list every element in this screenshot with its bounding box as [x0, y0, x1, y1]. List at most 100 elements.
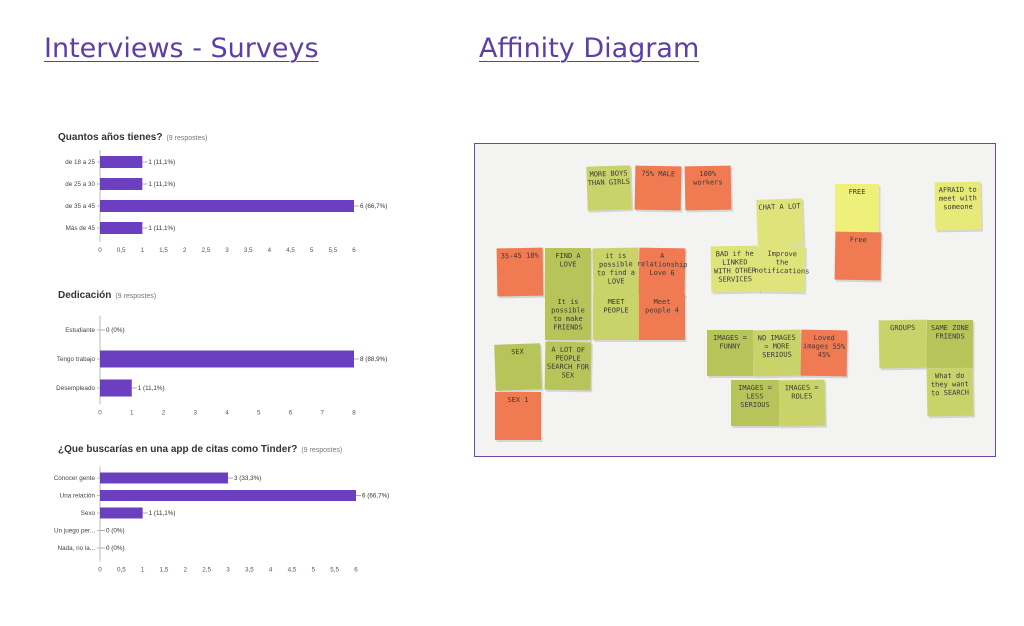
sticky-note: IMAGES = FUNNY: [707, 330, 755, 378]
sticky-note: MEET PEOPLE: [593, 294, 641, 342]
sticky-note: AFRAID tomeet withsomeone: [934, 181, 983, 233]
bar: [100, 379, 132, 397]
x-tick-label: 8: [352, 410, 356, 417]
x-tick-label: 7: [320, 410, 324, 417]
x-tick-label: 3: [193, 410, 197, 417]
x-tick-label: 4: [268, 247, 272, 254]
category-label: Sexo: [81, 510, 96, 517]
x-tick-label: 4,5: [288, 567, 297, 574]
sticky-note: MORE BOYSTHAN GIRLS: [586, 165, 634, 213]
sticky-note: SAME ZONE FRIENDS: [927, 320, 975, 370]
sticky-note-text: BAD if heLINKEDWITH OTHERSERVICES: [714, 250, 758, 284]
category-label: Conocer gente: [54, 475, 96, 482]
chart-subtitle: (9 respostes): [301, 447, 342, 454]
bar: [100, 350, 354, 368]
sticky-note: BAD if heLINKEDWITH OTHERSERVICES: [710, 245, 761, 295]
sticky-note: CHAT A LOT: [756, 198, 806, 248]
x-tick-label: 5: [310, 247, 314, 254]
x-tick-label: 5,5: [328, 247, 337, 254]
sticky-note: What dothey wantto SEARCH: [926, 367, 975, 419]
data-label: 1 (11,1%): [148, 225, 175, 232]
sticky-note: IMAGES = LESS SERIOUS: [731, 380, 781, 428]
sticky-note-text: 35-45 18%: [501, 252, 540, 261]
sticky-note: NO IMAGES= MORESERIOUS: [752, 329, 803, 379]
dating-app-bar-chart: ¿Que buscarías en una app de citas como …: [50, 440, 390, 574]
chart-svg: ¿Que buscarías en una app de citas como …: [54, 444, 390, 574]
bar: [100, 178, 143, 190]
bar: [100, 490, 356, 501]
x-tick-label: 2: [184, 567, 188, 574]
category-label: Desempleado: [56, 385, 95, 392]
data-label: 0 (0%): [106, 528, 125, 535]
x-tick-label: 0,5: [117, 567, 126, 574]
affinity-diagram-link[interactable]: Affinity Diagram: [479, 33, 699, 64]
category-label: Nada, no la...: [58, 545, 96, 552]
data-label: 8 (88,9%): [360, 356, 387, 363]
category-label: Más de 45: [66, 225, 96, 232]
sticky-note: 75% MALE: [634, 165, 683, 213]
chart-subtitle: (9 respostes): [115, 293, 156, 300]
bar: [100, 156, 143, 168]
x-tick-label: 5: [257, 410, 261, 417]
category-label: de 18 a 25: [65, 159, 95, 166]
bar: [100, 200, 354, 212]
category-label: de 25 a 30: [65, 181, 95, 188]
sticky-note: It is possible to make FRIENDS: [545, 294, 593, 342]
interviews-surveys-link[interactable]: Interviews - Surveys: [44, 33, 319, 64]
data-label: 0 (0%): [106, 327, 125, 334]
sticky-note: SEX: [494, 343, 544, 393]
x-tick-label: 1: [141, 567, 145, 574]
x-tick-label: 4: [269, 567, 273, 574]
x-tick-label: 1: [130, 410, 134, 417]
sticky-note-text: 75% MALE: [641, 170, 675, 179]
sticky-note: Free: [834, 231, 883, 283]
data-label: 6 (66,7%): [360, 203, 387, 210]
x-tick-label: 5,5: [330, 567, 339, 574]
chart-title: ¿Que buscarías en una app de citas como …: [58, 444, 297, 455]
x-tick-label: 0: [98, 247, 102, 254]
data-label: 1 (11,1%): [149, 510, 176, 517]
sticky-note: Lovedimages 55%45%: [800, 329, 849, 379]
data-label: 1 (11,1%): [148, 159, 175, 166]
bar: [100, 472, 228, 484]
sticky-note: SEX 1: [495, 392, 543, 442]
x-tick-label: 2,5: [202, 567, 211, 574]
sticky-note: it ispossibleto find aLOVE: [592, 247, 641, 299]
occupation-bar-chart: Dedicación (9 respostes) 0 1 2 3 4 5 6 7 8 Estudian…: [50, 286, 387, 417]
x-tick-label: 1: [141, 247, 145, 254]
sticky-note: Meet people 4: [639, 294, 687, 342]
x-tick-label: 2: [183, 247, 187, 254]
x-tick-label: 3: [226, 567, 230, 574]
sticky-note-text: FREE: [849, 188, 866, 196]
x-tick-label: 0,5: [117, 247, 126, 254]
sticky-note: ArelationshipLove 6: [637, 247, 687, 299]
sticky-note-text: GROUPS: [890, 324, 915, 332]
category-label: Estudiante: [65, 327, 95, 334]
sticky-note: GROUPS: [878, 319, 929, 371]
chart-subtitle: (9 respostes): [166, 135, 207, 142]
chart-title: Quantos años tienes?: [58, 132, 162, 143]
sticky-note: 100%workers: [684, 165, 733, 213]
data-label: 6 (66,7%): [362, 493, 389, 500]
sticky-note: 35-45 18%: [496, 247, 545, 299]
x-tick-label: 6: [289, 410, 293, 417]
sticky-note-text: AFRAID tomeet withsomeone: [939, 186, 977, 212]
sticky-note: FIND A LOVE: [545, 248, 593, 296]
sticky-note: A LOT OFPEOPLESEARCH FORSEX: [544, 341, 593, 393]
sticky-note-text: Free: [850, 236, 867, 244]
x-tick-label: 3: [225, 247, 229, 254]
data-label: 1 (11,1%): [138, 385, 165, 392]
category-label: Una relación: [60, 493, 96, 500]
sticky-note-text: What dothey wantto SEARCH: [931, 372, 969, 398]
x-tick-label: 4,5: [286, 247, 295, 254]
x-tick-label: 1,5: [160, 567, 169, 574]
x-tick-label: 3,5: [244, 247, 253, 254]
x-tick-label: 2: [162, 410, 166, 417]
data-label: 1 (11,1%): [148, 181, 175, 188]
x-tick-label: 2,5: [201, 247, 210, 254]
category-label: Un juego per...: [54, 528, 95, 535]
sticky-note-text: CHAT A LOT: [758, 202, 801, 211]
x-tick-label: 0: [98, 410, 102, 417]
affinity-diagram-photo: MORE BOYSTHAN GIRLS 75% MALE 100%workers CH…: [474, 143, 996, 457]
x-tick-label: 6: [352, 247, 356, 254]
